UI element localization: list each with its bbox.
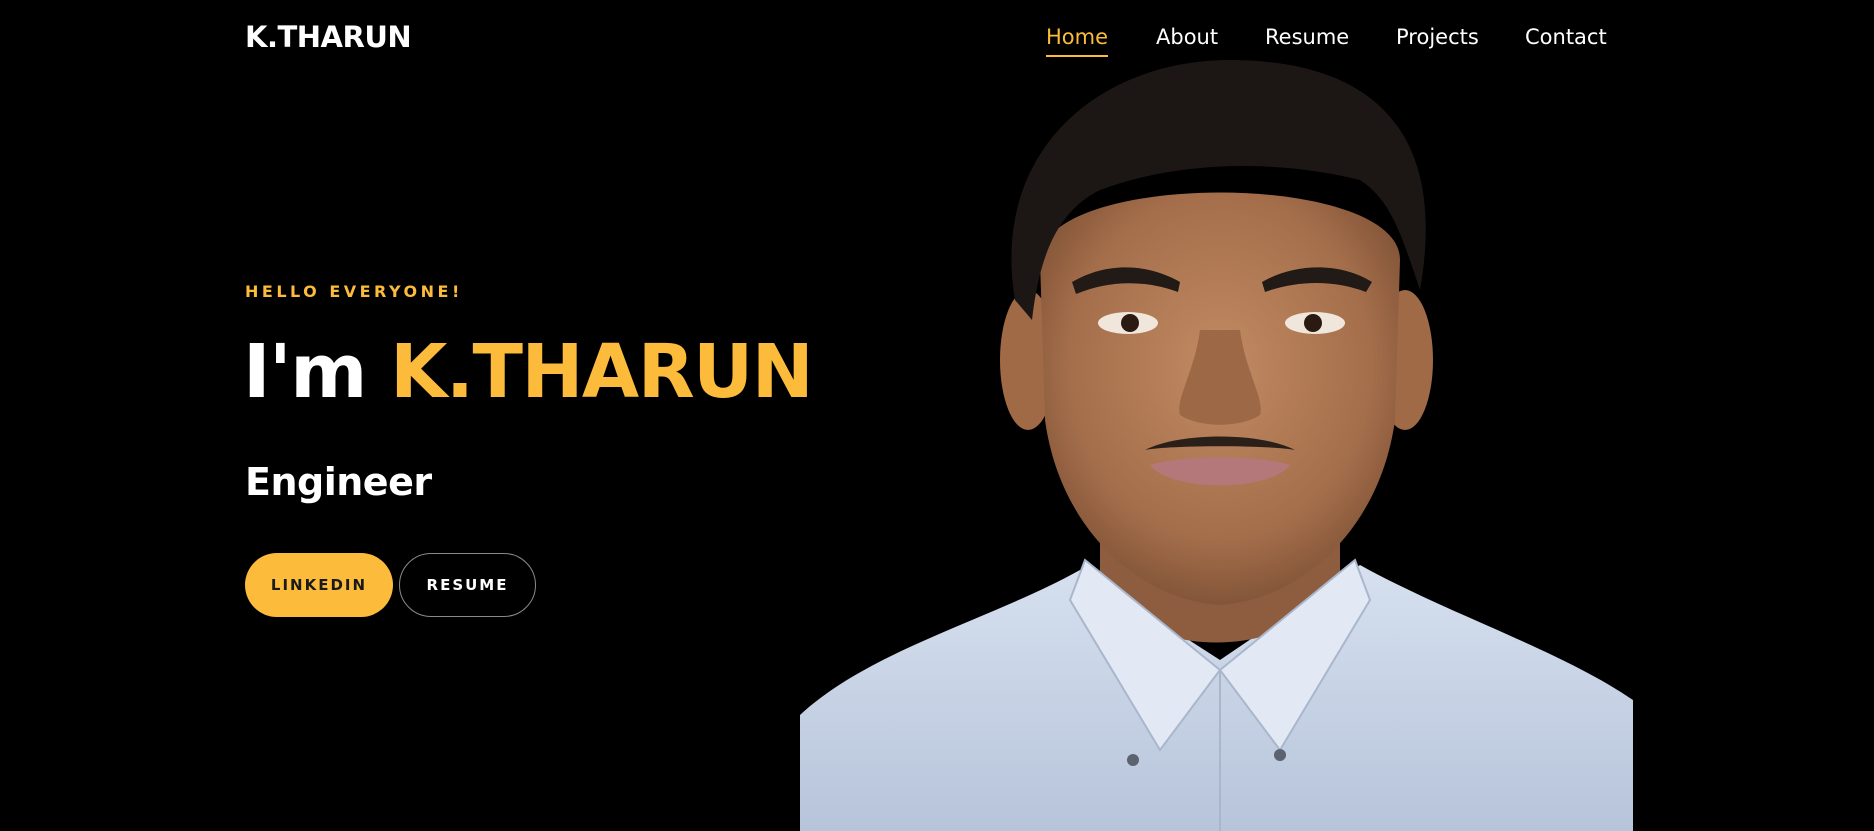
hero-headline: I'm K.THARUN bbox=[243, 325, 814, 420]
page: K.THARUN Home About Resume Projects Cont… bbox=[0, 0, 1874, 831]
nav-home[interactable]: Home bbox=[1046, 22, 1109, 57]
resume-button[interactable]: RESUME bbox=[399, 553, 536, 617]
nav-resume[interactable]: Resume bbox=[1265, 22, 1349, 52]
nav-projects[interactable]: Projects bbox=[1396, 22, 1479, 52]
nav-contact[interactable]: Contact bbox=[1525, 22, 1607, 52]
nav-about[interactable]: About bbox=[1156, 22, 1218, 52]
main-nav: Home About Resume Projects Contact bbox=[0, 22, 1874, 62]
portrait-photo bbox=[800, 60, 1633, 831]
hero-role: Engineer bbox=[245, 460, 432, 504]
hero-intro: I'm bbox=[243, 329, 367, 415]
linkedin-button[interactable]: LINKEDIN bbox=[245, 553, 393, 617]
hero-greeting: HELLO EVERYONE! bbox=[245, 282, 463, 301]
hero-name: K.THARUN bbox=[390, 329, 814, 415]
